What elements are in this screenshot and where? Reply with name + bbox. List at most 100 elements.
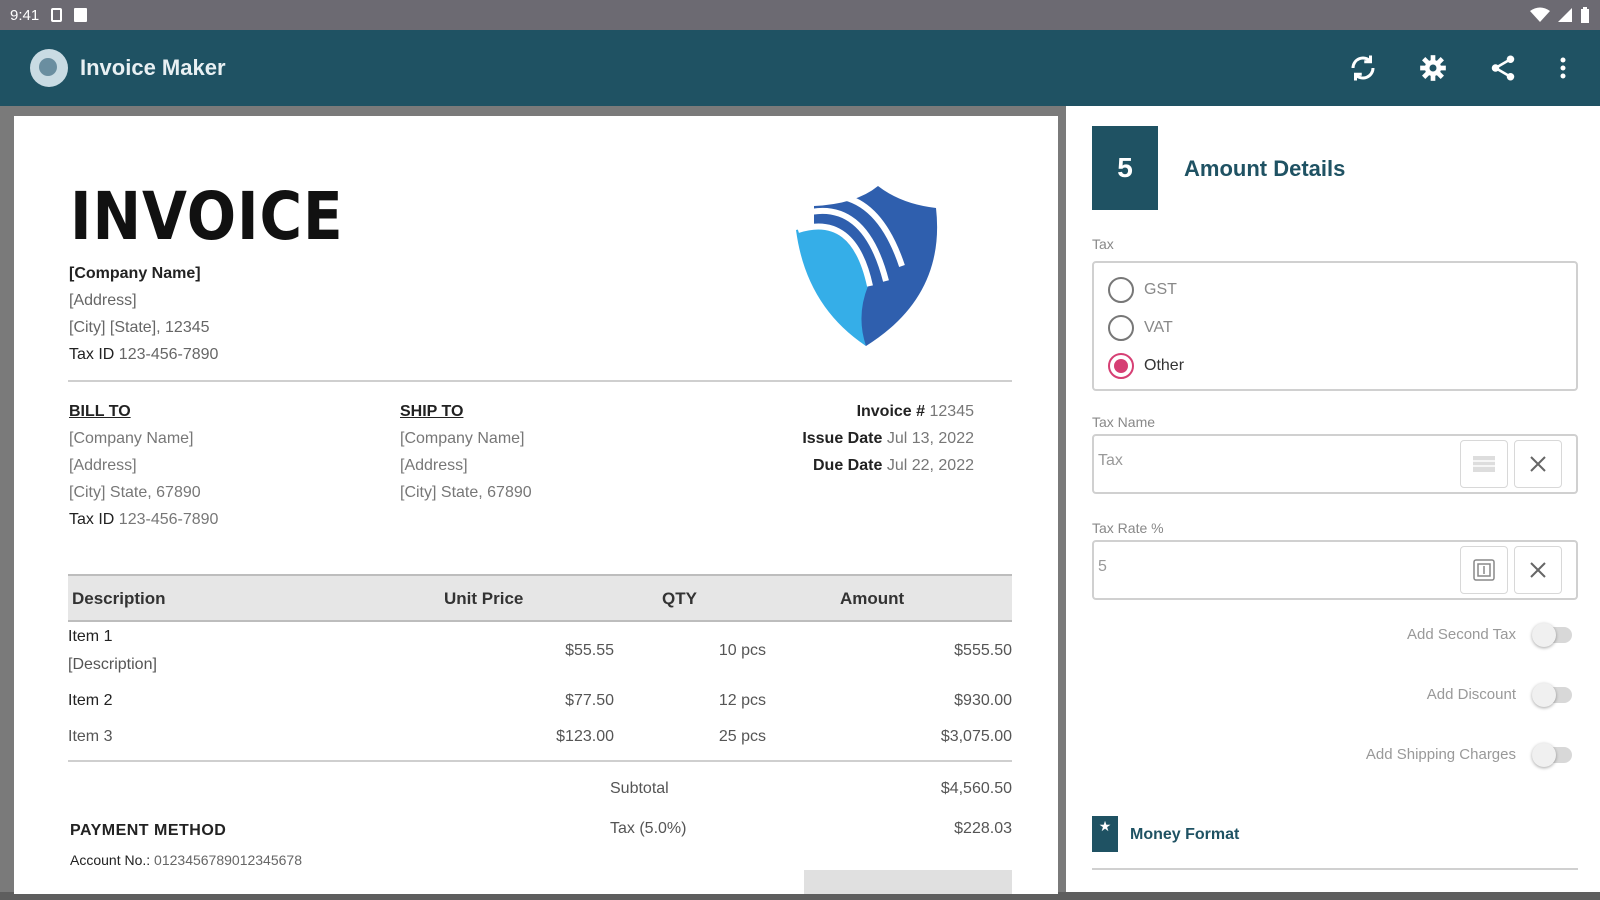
list-icon (1473, 456, 1495, 472)
table-row-qty: 25 pcs (718, 728, 766, 745)
app-title: Invoice Maker (80, 55, 226, 80)
account-info: Account No.: 0123456789012345678 (70, 852, 302, 868)
money-format-divider (1092, 868, 1578, 870)
tax-radio-group: GST VAT Other (1092, 261, 1578, 391)
bill-to-heading: BILL TO (69, 403, 131, 420)
company-tax-id: 123-456-7890 (118, 346, 219, 363)
gear-icon (1420, 55, 1446, 81)
tax-rate-label: Tax Rate % (1092, 520, 1164, 536)
table-row-unit-price: $123.00 (556, 728, 614, 745)
items-table-header: Description Unit Price QTY Amount (68, 574, 1012, 622)
share-button[interactable] (1486, 51, 1520, 85)
table-row-name: Item 1 (68, 628, 113, 645)
status-time: 9:41 (10, 6, 40, 24)
tax-name-label: Tax Name (1092, 414, 1156, 430)
subtotal-value: $4,560.50 (940, 780, 1012, 797)
radio-other-circle[interactable] (1108, 353, 1134, 379)
add-shipping-row: Add Shipping Charges (1365, 742, 1572, 767)
col-unit-price: Unit Price (444, 589, 524, 608)
add-second-tax-row: Add Second Tax (1407, 622, 1572, 647)
add-shipping-toggle[interactable] (1532, 742, 1572, 767)
payment-method-heading: PAYMENT METHOD (70, 822, 227, 839)
table-row-name: Item 2 (68, 692, 113, 709)
account-number: 0123456789012345678 (154, 852, 302, 868)
bill-to-tax-id-label: Tax ID (69, 511, 115, 528)
add-shipping-label: Add Shipping Charges (1365, 746, 1516, 763)
tax-name-field[interactable] (1092, 434, 1578, 494)
add-discount-row: Add Discount (1426, 682, 1572, 707)
add-second-tax-label: Add Second Tax (1407, 626, 1516, 643)
amount-details-panel: 5 Amount Details Tax GST VAT Other Tax N… (1066, 106, 1600, 892)
tax-label: Tax (5.0%) (610, 820, 687, 837)
keypad-icon (1473, 559, 1495, 581)
table-row-unit-price: $77.50 (565, 692, 614, 709)
sd-card-icon (74, 8, 88, 22)
table-row-amount: $555.50 (954, 642, 1012, 659)
issue-date: Jul 13, 2022 (886, 430, 974, 447)
radio-vat[interactable]: VAT (1108, 315, 1173, 341)
bill-to-block: BILL TO [Company Name] [Address] [City] … (69, 398, 218, 533)
invoice-meta: Invoice # 12345 Issue Date Jul 13, 2022 … (774, 398, 974, 479)
add-second-tax-toggle[interactable] (1532, 622, 1572, 647)
company-address: [Address] (69, 292, 137, 309)
ship-to-address: [Address] (400, 457, 468, 474)
due-date: Jul 22, 2022 (886, 457, 974, 474)
company-tax-id-label: Tax ID (69, 346, 115, 363)
table-row-qty: 12 pcs (718, 692, 766, 709)
tax-field-label: Tax (1092, 236, 1114, 252)
ship-to-city: [City] State, 67890 (400, 484, 532, 501)
company-name: [Company Name] (69, 265, 201, 282)
tax-name-list-button[interactable] (1460, 440, 1508, 488)
radio-vat-label: VAT (1144, 319, 1173, 336)
tax-rate-clear-button[interactable] (1514, 546, 1562, 594)
invoice-preview[interactable]: INVOICE [Company Name] [Address] [City] … (14, 116, 1058, 894)
wifi-icon (1530, 7, 1550, 22)
close-icon (1530, 456, 1546, 472)
bill-to-address: [Address] (69, 457, 137, 474)
close-icon (1530, 562, 1546, 578)
sync-button[interactable] (1346, 51, 1380, 85)
sync-icon (1351, 55, 1375, 81)
app-logo-icon (30, 49, 68, 87)
sim-icon (51, 8, 63, 22)
more-vert-icon (1560, 57, 1566, 79)
ship-to-heading: SHIP TO (400, 403, 464, 420)
radio-vat-circle[interactable] (1108, 315, 1134, 341)
tax-name-input[interactable] (1098, 452, 1458, 470)
table-row-description: [Description] (68, 656, 157, 673)
tax-rate-input[interactable] (1098, 558, 1458, 576)
section-title: Amount Details (1184, 156, 1346, 181)
ship-to-name: [Company Name] (400, 430, 525, 447)
bill-to-name: [Company Name] (69, 430, 194, 447)
add-discount-toggle[interactable] (1532, 682, 1572, 707)
add-discount-label: Add Discount (1426, 686, 1516, 703)
table-row-amount: $930.00 (954, 692, 1012, 709)
invoice-number: 12345 (929, 403, 975, 420)
shield-logo-icon (796, 186, 938, 346)
tax-rate-calc-button[interactable] (1460, 546, 1508, 594)
step-number: 5 (1092, 126, 1158, 210)
table-divider (68, 760, 1012, 762)
money-format-title[interactable]: Money Format (1130, 826, 1239, 844)
issue-date-label: Issue Date (802, 430, 883, 447)
star-bookmark-icon: ★ (1092, 816, 1118, 852)
radio-gst[interactable]: GST (1108, 277, 1177, 303)
table-row-name: Item 3 (68, 728, 113, 745)
tax-rate-field[interactable] (1092, 540, 1578, 600)
total-bar (804, 870, 1012, 894)
due-date-label: Due Date (813, 457, 883, 474)
tax-value: $228.03 (954, 820, 1012, 837)
radio-gst-label: GST (1144, 281, 1177, 298)
radio-gst-circle[interactable] (1108, 277, 1134, 303)
company-city: [City] [State], 12345 (69, 319, 210, 336)
subtotal-label: Subtotal (610, 780, 669, 797)
more-options-button[interactable] (1556, 51, 1570, 85)
table-row-qty: 10 pcs (718, 642, 766, 659)
invoice-number-label: Invoice # (856, 403, 926, 420)
bill-to-city: [City] State, 67890 (69, 484, 201, 501)
settings-button[interactable] (1416, 51, 1450, 85)
radio-other-label: Other (1144, 357, 1185, 374)
bill-to-tax-id: 123-456-7890 (118, 511, 219, 528)
tax-name-clear-button[interactable] (1514, 440, 1562, 488)
radio-other[interactable]: Other (1108, 353, 1184, 379)
